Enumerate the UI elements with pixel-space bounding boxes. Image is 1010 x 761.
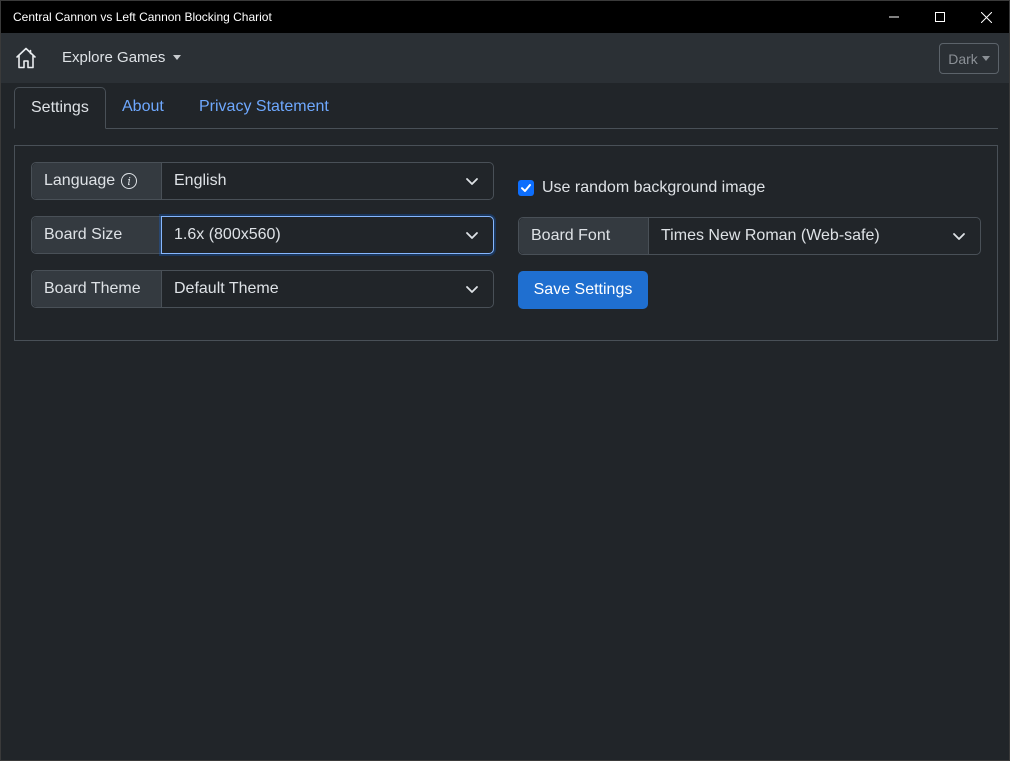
language-select[interactable]: English [162, 163, 493, 199]
board-size-label: Board Size [32, 217, 162, 253]
save-settings-button[interactable]: Save Settings [518, 271, 648, 309]
window-title: Central Cannon vs Left Cannon Blocking C… [13, 10, 272, 24]
chevron-down-icon [466, 286, 478, 293]
tab-about[interactable]: About [106, 87, 180, 129]
settings-panel: Language i English Board Size 1.6x (800x… [14, 145, 998, 341]
random-background-checkbox-row[interactable]: Use random background image [518, 179, 765, 197]
chevron-down-icon [466, 178, 478, 185]
chevron-down-icon [466, 232, 478, 239]
navbar: Explore Games Dark [1, 33, 1009, 83]
explore-games-label: Explore Games [62, 49, 166, 66]
board-theme-group: Board Theme Default Theme [31, 270, 494, 308]
language-label-box: Language i [32, 163, 162, 199]
tab-settings[interactable]: Settings [14, 87, 106, 129]
language-label: Language [44, 172, 116, 189]
board-size-select[interactable]: 1.6x (800x560) [161, 216, 494, 254]
info-icon[interactable]: i [121, 173, 138, 189]
tab-bar: Settings About Privacy Statement [14, 87, 998, 129]
board-size-value: 1.6x (800x560) [174, 226, 281, 243]
tab-privacy-statement[interactable]: Privacy Statement [183, 87, 345, 129]
board-theme-label: Board Theme [32, 271, 162, 307]
close-icon [980, 11, 992, 23]
board-font-value: Times New Roman (Web-safe) [661, 227, 880, 244]
language-group: Language i English [31, 162, 494, 200]
home-button[interactable] [13, 45, 39, 71]
maximize-icon [935, 12, 945, 22]
language-value: English [174, 172, 227, 189]
explore-games-dropdown[interactable]: Explore Games [62, 49, 182, 66]
title-bar: Central Cannon vs Left Cannon Blocking C… [1, 1, 1009, 33]
board-theme-value: Default Theme [174, 280, 279, 297]
close-button[interactable] [963, 1, 1009, 33]
minimize-button[interactable] [871, 1, 917, 33]
maximize-button[interactable] [917, 1, 963, 33]
caret-down-icon [981, 56, 990, 61]
caret-down-icon [173, 55, 182, 60]
minimize-icon [889, 16, 899, 18]
board-font-label: Board Font [519, 218, 649, 254]
board-font-select[interactable]: Times New Roman (Web-safe) [649, 218, 980, 254]
home-icon [16, 47, 36, 69]
chevron-down-icon [953, 233, 965, 240]
theme-label: Dark [948, 50, 978, 67]
board-theme-select[interactable]: Default Theme [162, 271, 493, 307]
random-background-checkbox[interactable] [518, 180, 534, 196]
checkmark-icon [521, 184, 531, 192]
board-size-group: Board Size 1.6x (800x560) [31, 216, 494, 254]
app-window: Central Cannon vs Left Cannon Blocking C… [0, 0, 1010, 761]
theme-dropdown-button[interactable]: Dark [939, 43, 999, 74]
board-font-group: Board Font Times New Roman (Web-safe) [518, 217, 981, 255]
random-background-label: Use random background image [542, 179, 766, 196]
